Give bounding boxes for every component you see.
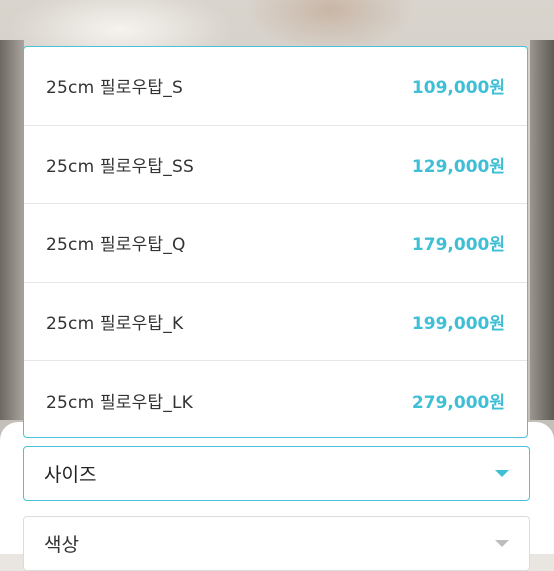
chevron-down-icon: [495, 470, 509, 477]
option-price: 199,000원: [411, 313, 505, 334]
color-select[interactable]: 색상: [23, 516, 530, 571]
photo-edge-right: [530, 40, 554, 420]
size-select[interactable]: 사이즈: [23, 446, 530, 501]
option-row[interactable]: 25cm 필로우탑_S 109,000원: [24, 47, 527, 126]
option-row[interactable]: 25cm 필로우탑_LK 279,000원: [24, 361, 527, 437]
option-name: 25cm 필로우탑_SS: [46, 156, 194, 177]
option-price: 179,000원: [411, 235, 505, 256]
chevron-down-icon: [495, 540, 509, 547]
option-price: 129,000원: [411, 156, 505, 177]
option-row[interactable]: 25cm 필로우탑_K 199,000원: [24, 283, 527, 361]
option-name: 25cm 필로우탑_Q: [46, 235, 186, 256]
option-name: 25cm 필로우탑_LK: [46, 392, 194, 413]
option-name: 25cm 필로우탑_K: [46, 313, 184, 334]
option-row[interactable]: 25cm 필로우탑_SS 129,000원: [24, 126, 527, 204]
option-price: 279,000원: [411, 392, 505, 413]
photo-edge-left: [0, 40, 24, 420]
option-row[interactable]: 25cm 필로우탑_Q 179,000원: [24, 204, 527, 283]
size-select-label: 사이즈: [44, 464, 97, 486]
size-option-list: 25cm 필로우탑_S 109,000원 25cm 필로우탑_SS 129,00…: [23, 46, 528, 438]
option-price: 109,000원: [411, 78, 505, 99]
color-select-label: 색상: [44, 534, 79, 556]
option-name: 25cm 필로우탑_S: [46, 78, 183, 99]
